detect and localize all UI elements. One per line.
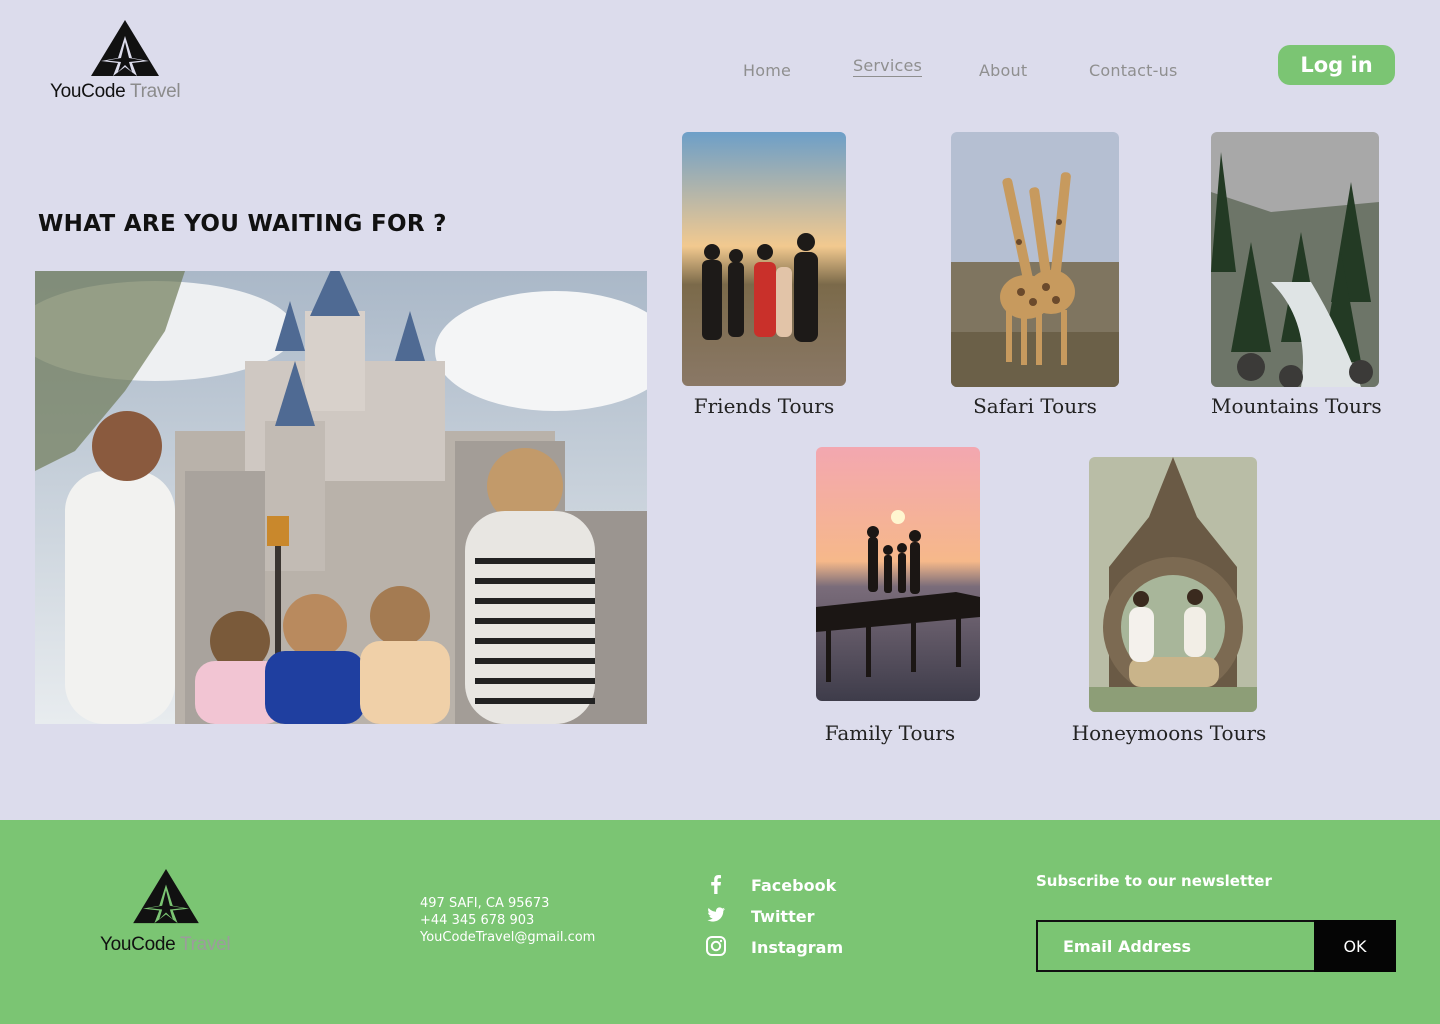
tour-label-honeymoons[interactable]: Honeymoons Tours <box>1069 721 1269 745</box>
logo-brand-main: YouCode <box>50 81 126 102</box>
social-facebook[interactable]: Facebook <box>705 873 905 904</box>
logo-brand-accent: Travel <box>130 81 181 102</box>
login-button[interactable]: Log in <box>1278 45 1395 85</box>
nav-contact-us[interactable]: Contact-us <box>1089 61 1178 80</box>
plane-mountain-logo-icon <box>133 869 199 924</box>
giraffes-photo[interactable] <box>951 132 1119 387</box>
footer-logo[interactable]: YouCode Travel <box>100 869 250 959</box>
plane-mountain-logo-icon <box>91 20 159 76</box>
contact-info: 497 SAFI, CA 95673 +44 345 678 903 YouCo… <box>420 895 595 946</box>
tour-label-safari[interactable]: Safari Tours <box>951 394 1119 418</box>
newsletter-email-input[interactable] <box>1036 920 1316 972</box>
site-logo[interactable]: YouCode Travel <box>50 20 200 106</box>
footer-logo-text: YouCode Travel <box>100 934 231 956</box>
tour-label-friends[interactable]: Friends Tours <box>682 394 846 418</box>
contact-address: 497 SAFI, CA 95673 <box>420 896 550 911</box>
twitter-icon <box>707 907 725 922</box>
social-twitter[interactable]: Twitter <box>705 904 905 935</box>
social-facebook-label[interactable]: Facebook <box>751 876 836 895</box>
social-links: Facebook Twitter Instagram <box>705 873 905 966</box>
social-instagram[interactable]: Instagram <box>705 935 905 966</box>
couple-nest-photo[interactable] <box>1089 457 1257 712</box>
newsletter-ok-button[interactable]: OK <box>1314 920 1396 972</box>
contact-email[interactable]: YouCodeTravel@gmail.com <box>420 929 595 946</box>
instagram-icon <box>706 936 726 956</box>
family-pier-sunset-photo[interactable] <box>816 447 980 701</box>
logo-text: YouCode Travel <box>50 81 181 103</box>
nav-home[interactable]: Home <box>743 61 791 80</box>
footer-brand-main: YouCode <box>100 934 176 955</box>
nav-about[interactable]: About <box>979 61 1027 80</box>
contact-phone: +44 345 678 903 <box>420 913 535 928</box>
family-at-castle-photo <box>35 271 647 724</box>
mountain-river-photo[interactable] <box>1211 132 1379 387</box>
newsletter-title: Subscribe to our newsletter <box>1036 872 1272 890</box>
nav-services[interactable]: Services <box>853 56 923 77</box>
social-instagram-label[interactable]: Instagram <box>751 938 843 957</box>
social-twitter-label[interactable]: Twitter <box>751 907 814 926</box>
facebook-icon <box>711 875 721 894</box>
tour-label-mountains[interactable]: Mountains Tours <box>1211 394 1382 418</box>
hero-title: WHAT ARE YOU WAITING FOR ? <box>38 211 447 237</box>
site-footer: YouCode Travel 497 SAFI, CA 95673 +44 34… <box>0 820 1440 1024</box>
footer-brand-accent: Travel <box>180 934 231 955</box>
friends-sunset-photo[interactable] <box>682 132 846 386</box>
tour-label-family[interactable]: Family Tours <box>808 721 972 745</box>
